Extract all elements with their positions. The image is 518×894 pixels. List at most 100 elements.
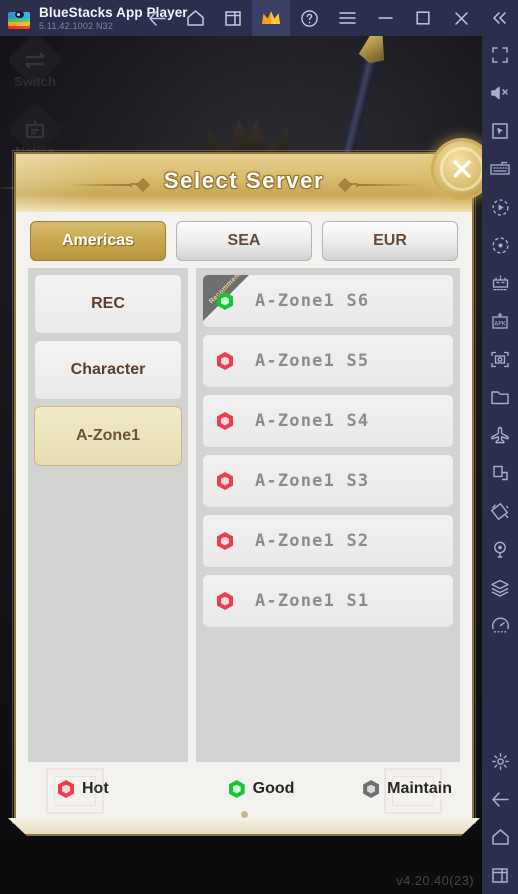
fullscreen-button[interactable]: [482, 36, 518, 74]
server-name: A-Zone1 S2: [255, 531, 370, 551]
settings-button[interactable]: [482, 742, 518, 780]
question-circle-icon: [300, 9, 318, 27]
decorative-watermark: [384, 768, 442, 814]
media-manager-button[interactable]: [482, 378, 518, 416]
location-pin-icon: [494, 541, 506, 558]
status-hot-icon: [217, 412, 233, 430]
android-home-button[interactable]: [482, 818, 518, 856]
home-icon: [491, 829, 509, 845]
maximize-button[interactable]: [404, 0, 442, 36]
keyboard-icon: [490, 161, 510, 175]
status-good-icon: [228, 780, 245, 798]
play-dashed-circle-icon: [491, 198, 509, 216]
tab-sea[interactable]: SEA: [176, 221, 312, 261]
camera-frame-icon: [491, 351, 509, 367]
arrow-left-icon: [491, 791, 509, 807]
server-name: A-Zone1 S5: [255, 351, 370, 371]
status-hot-icon: [217, 592, 233, 610]
hamburger-menu-icon: [338, 12, 356, 24]
zone-item-character[interactable]: Character: [34, 340, 182, 400]
help-button[interactable]: [290, 0, 328, 36]
status-hot-icon: [217, 532, 233, 550]
app-version-label: v4.20.40(23): [396, 873, 474, 888]
dialog-header: Select Server: [16, 154, 472, 212]
switch-nav-label: Switch: [14, 74, 56, 89]
screenshot-button[interactable]: [482, 340, 518, 378]
header-ornament-left: [68, 177, 151, 193]
select-server-dialog: Select Server Americas SEA EUR REC Chara…: [8, 141, 490, 836]
crown-icon: [262, 11, 280, 24]
tab-eur[interactable]: EUR: [322, 221, 458, 261]
server-list-panel[interactable]: Recommend A-Zone1 S6 A-Zone1 S5 A-Zone1 …: [196, 268, 460, 762]
rotate-device-icon: [490, 502, 509, 520]
pip-button[interactable]: [482, 454, 518, 492]
server-row[interactable]: A-Zone1 S4: [202, 394, 454, 448]
dot-circle-dashed-icon: [491, 236, 509, 254]
eco-mode-button[interactable]: [482, 416, 518, 454]
decorative-watermark: [46, 768, 104, 814]
server-row[interactable]: A-Zone1 S5: [202, 334, 454, 388]
server-row[interactable]: A-Zone1 S2: [202, 514, 454, 568]
menu-button[interactable]: [328, 0, 366, 36]
arrow-left-icon: [148, 10, 166, 26]
speedometer-icon: [491, 617, 509, 632]
bluestacks-logo: [8, 7, 30, 29]
premium-button[interactable]: [252, 0, 290, 36]
home-button[interactable]: [176, 0, 214, 36]
server-name: A-Zone1 S1: [255, 591, 370, 611]
tab-americas[interactable]: Americas: [30, 221, 166, 261]
legend-good: Good: [228, 780, 295, 798]
speaker-mute-icon: [491, 86, 508, 100]
titlebar-actions: [138, 0, 518, 36]
zone-item-label: Character: [70, 361, 146, 378]
android-back-button[interactable]: [482, 780, 518, 818]
layers-icon: [491, 579, 509, 597]
multi-instance-button[interactable]: [214, 0, 252, 36]
sync-grid-icon: [492, 275, 508, 291]
recents-icon: [492, 868, 508, 883]
double-chevron-left-icon: [493, 12, 506, 24]
status-hot-icon: [217, 472, 233, 490]
script-button[interactable]: [482, 226, 518, 264]
layers-button[interactable]: [482, 568, 518, 606]
location-button[interactable]: [482, 530, 518, 568]
minimize-button[interactable]: [366, 0, 404, 36]
rotate-button[interactable]: [482, 492, 518, 530]
right-sidebar: APK: [482, 36, 518, 894]
collapse-sidebar-button[interactable]: [480, 0, 518, 36]
server-row[interactable]: Recommend A-Zone1 S6: [202, 274, 454, 328]
airplane-icon: [491, 426, 509, 443]
tab-eur-label: EUR: [373, 232, 407, 249]
fullscreen-corners-icon: [492, 47, 508, 63]
zone-item-a-zone1[interactable]: A-Zone1: [34, 406, 182, 466]
tab-americas-label: Americas: [61, 232, 135, 249]
cursor-pointer-button[interactable]: [482, 112, 518, 150]
close-x-icon: [453, 160, 471, 178]
titlebar: BlueStacks App Player 5.11.42.1002 N32: [0, 0, 518, 36]
zone-item-rec[interactable]: REC: [34, 274, 182, 334]
keyboard-controls-button[interactable]: [482, 150, 518, 188]
mute-button[interactable]: [482, 74, 518, 112]
zone-list-panel[interactable]: REC Character A-Zone1: [28, 268, 188, 762]
server-row[interactable]: A-Zone1 S1: [202, 574, 454, 628]
minimize-icon: [377, 17, 393, 19]
screen: Switch Notice v4.20.40(23) Select Server: [0, 0, 518, 894]
windows-stack-icon: [225, 11, 241, 26]
macro-recorder-button[interactable]: [482, 188, 518, 226]
back-button[interactable]: [138, 0, 176, 36]
switch-nav[interactable]: Switch: [6, 36, 64, 100]
legend-good-label: Good: [252, 780, 295, 797]
multi-instance-sync-button[interactable]: [482, 264, 518, 302]
install-apk-button[interactable]: APK: [482, 302, 518, 340]
maximize-square-icon: [416, 11, 430, 25]
android-recents-button[interactable]: [482, 856, 518, 894]
close-window-button[interactable]: [442, 0, 480, 36]
dialog-title: Select Server: [163, 168, 325, 193]
server-name: A-Zone1 S6: [255, 291, 370, 311]
server-name: A-Zone1 S3: [255, 471, 370, 491]
region-tabs: Americas SEA EUR: [30, 221, 458, 261]
server-name: A-Zone1 S4: [255, 411, 370, 431]
gear-icon: [491, 752, 509, 770]
performance-button[interactable]: [482, 606, 518, 644]
server-row[interactable]: A-Zone1 S3: [202, 454, 454, 508]
